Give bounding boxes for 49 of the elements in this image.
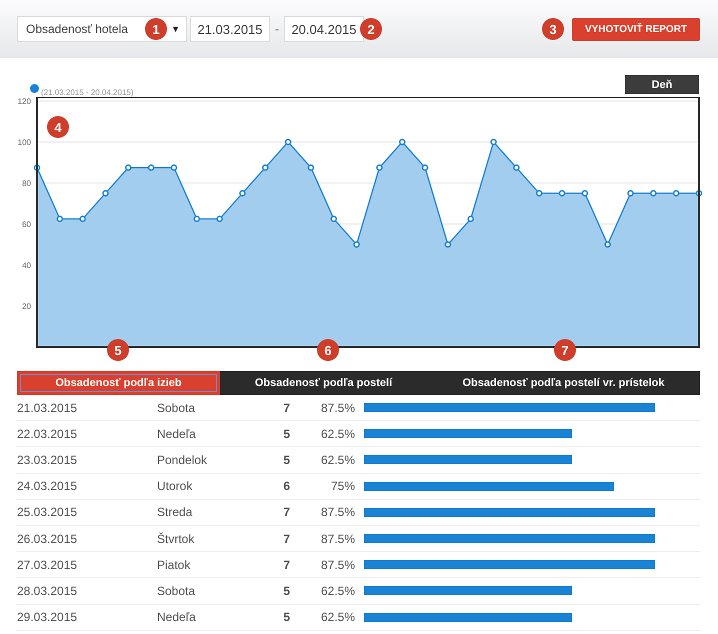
legend-label: (21.03.2015 - 20.04.2015) <box>41 88 134 97</box>
percent-cell-text: 62.5% <box>320 610 355 624</box>
count-cell-text: 5 <box>282 452 290 467</box>
date-cell-text: 29.03.2015 <box>17 610 78 624</box>
y-tick-label: 120 <box>18 97 31 106</box>
callout-badge: 7 <box>554 339 576 361</box>
day-cell-text: Nedeľa <box>157 610 197 624</box>
count-cell-text: 5 <box>282 426 290 441</box>
date-cell-text: 22.03.2015 <box>17 426 78 441</box>
day-cell-text: Streda <box>157 505 194 520</box>
date-separator: - <box>274 22 280 36</box>
percent-cell-text: 62.5% <box>320 426 355 441</box>
date-cell-text: 25.03.2015 <box>17 505 78 520</box>
count-cell-text: 7 <box>282 400 290 415</box>
count-cell-text: 7 <box>282 505 290 520</box>
percent-cell-text: 87.5% <box>320 558 355 572</box>
percent-cell-text: 62.5% <box>320 452 355 467</box>
day-cell-text: Sobota <box>157 584 196 598</box>
count-cell-text: 5 <box>282 610 290 624</box>
callout-badge: 5 <box>107 339 129 361</box>
day-cell-text: Utorok <box>157 479 194 494</box>
count-cell-text: 6 <box>282 479 290 494</box>
dropdown-arrow: ▼ <box>171 24 180 34</box>
day-cell-text: Piatok <box>157 558 192 572</box>
y-tick-label: 80 <box>22 179 31 188</box>
callout-badge: 6 <box>317 339 339 361</box>
percent-cell-text: 87.5% <box>320 505 355 520</box>
callout-badge: 4 <box>47 116 69 138</box>
y-tick-label: 40 <box>22 261 31 270</box>
count-cell-text: 5 <box>282 584 290 598</box>
percent-cell-text: 87.5% <box>320 400 355 415</box>
y-tick-label: 20 <box>22 302 31 311</box>
y-tick-label: 60 <box>22 220 31 229</box>
y-tick-label: 100 <box>18 138 31 147</box>
date-cell-text: 27.03.2015 <box>17 558 78 572</box>
count-cell-text: 7 <box>282 532 290 546</box>
percent-cell-text: 62.5% <box>320 584 355 598</box>
percent-cell-text: 87.5% <box>320 532 355 546</box>
percent-cell-text: 75% <box>330 479 355 494</box>
count-cell-text: 7 <box>282 558 290 572</box>
day-cell-text: Pondelok <box>157 452 208 467</box>
day-cell-text: Sobota <box>157 400 196 415</box>
day-cell-text: Nedeľa <box>157 426 197 441</box>
date-cell-text: 21.03.2015 <box>17 400 78 415</box>
date-cell-text: 28.03.2015 <box>17 584 78 598</box>
day-cell-text: Štvrtok <box>157 532 196 546</box>
date-cell-text: 24.03.2015 <box>17 479 78 494</box>
date-cell-text: 23.03.2015 <box>17 452 78 467</box>
date-cell-text: 26.03.2015 <box>17 532 78 546</box>
